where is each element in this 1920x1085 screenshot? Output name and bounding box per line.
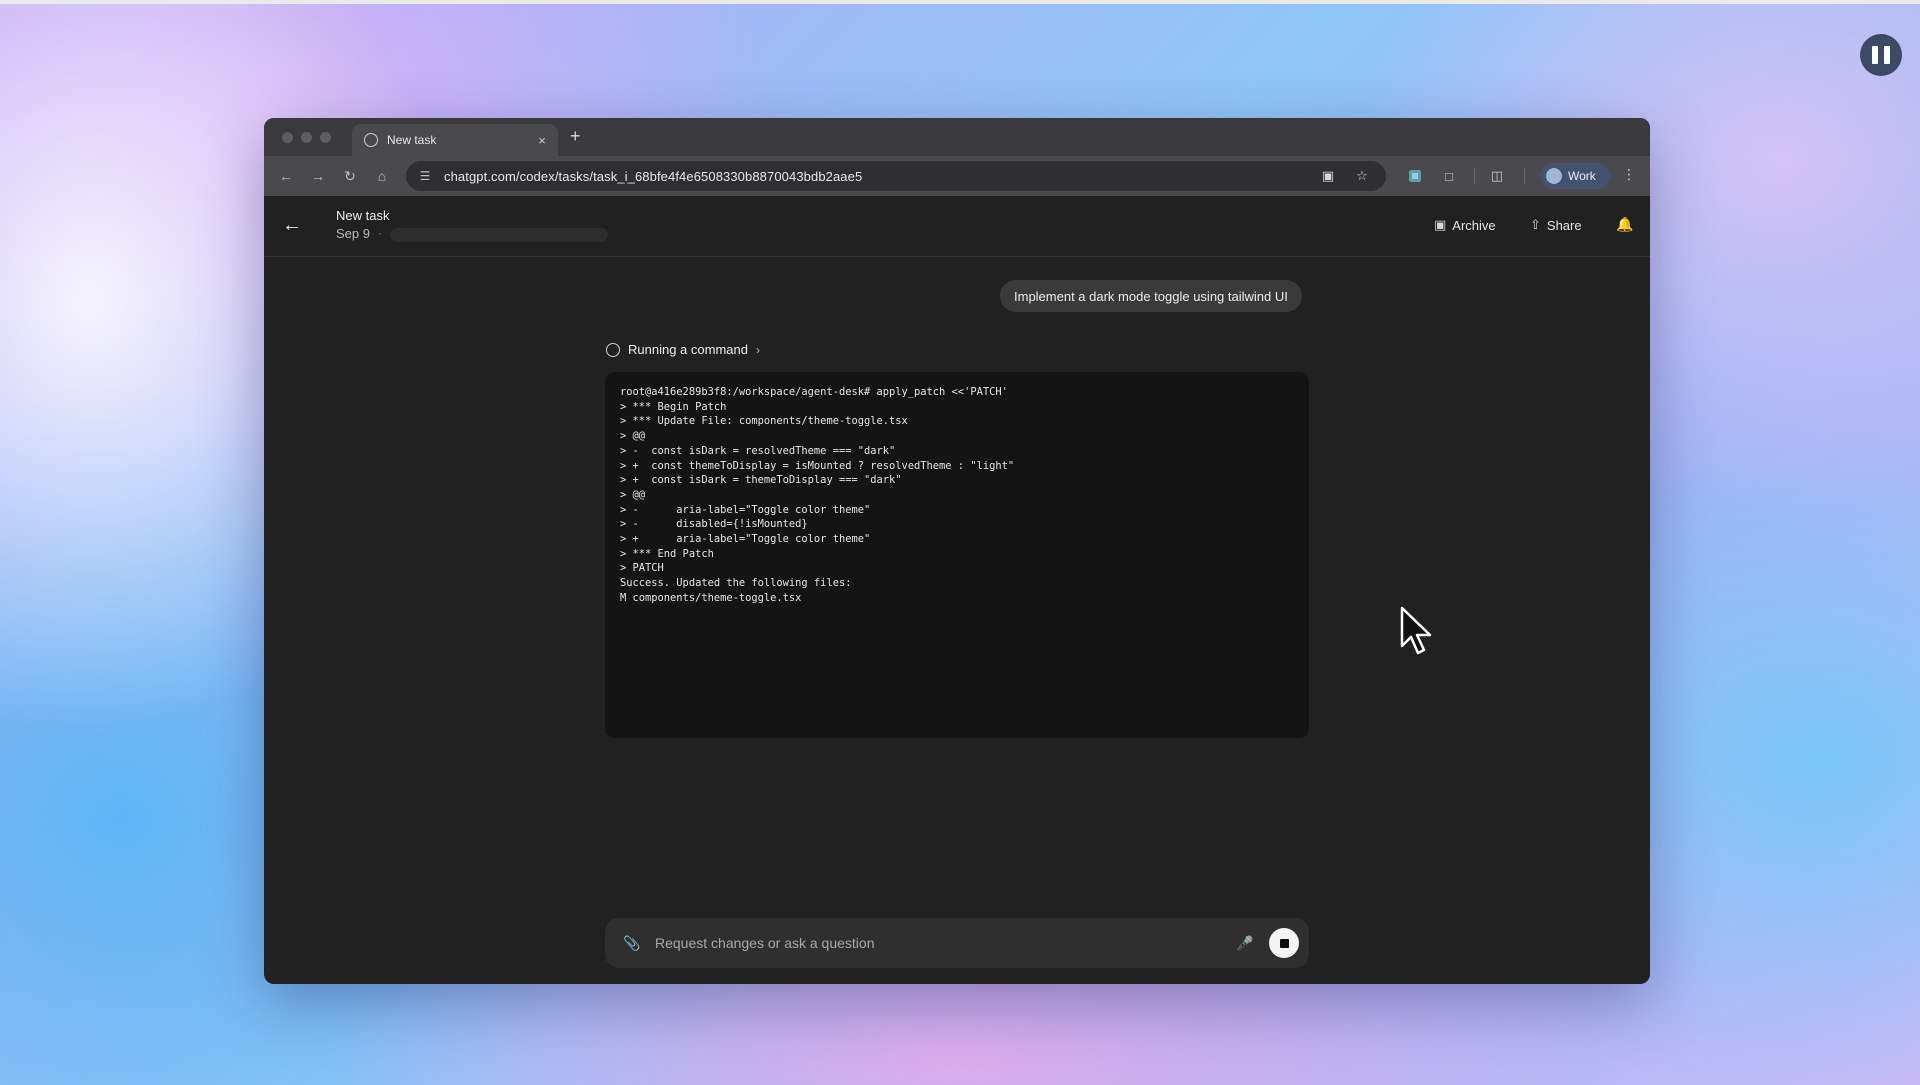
close-tab-icon[interactable]: × [532, 133, 552, 148]
microphone-icon[interactable]: 🎤 [1235, 935, 1255, 952]
avatar [1546, 168, 1562, 184]
address-bar[interactable]: ☰ chatgpt.com/codex/tasks/task_i_68bfe4f… [406, 161, 1386, 191]
separator-dot: · [378, 226, 382, 240]
minimize-window-button[interactable] [301, 132, 312, 143]
paperclip-icon[interactable]: 📎 [623, 935, 640, 952]
pause-icon-bar [1872, 46, 1878, 64]
openai-favicon-icon [364, 133, 378, 147]
browser-menu-icon[interactable]: ⋮ [1622, 166, 1636, 183]
profile-chip[interactable]: Work [1540, 163, 1610, 189]
toolbar-divider [1524, 168, 1525, 184]
new-tab-button[interactable]: + [570, 127, 581, 145]
status-label: Running a command [628, 342, 748, 357]
screen-top-edge [0, 0, 1920, 4]
share-button[interactable]: ⇧ Share [1530, 217, 1582, 233]
pause-recording-button[interactable] [1860, 34, 1902, 76]
tab-strip: New task × + [264, 118, 1650, 156]
back-arrow-icon[interactable]: ← [276, 166, 296, 186]
nav-controls: ← → ↻ ⌂ [276, 166, 392, 186]
share-icon: ⇧ [1530, 217, 1541, 232]
chevron-right-icon: › [755, 342, 760, 357]
archive-icon: ▣ [1434, 217, 1447, 232]
browser-tab[interactable]: New task × [352, 124, 558, 156]
install-app-icon[interactable]: ▣ [1318, 166, 1338, 186]
composer: 📎 🎤 [605, 918, 1309, 968]
bell-icon[interactable]: 🔔 [1616, 216, 1633, 233]
puzzle-extensions-icon[interactable]: □ [1440, 167, 1458, 185]
home-icon[interactable]: ⌂ [372, 166, 392, 186]
running-command-toggle[interactable]: Running a command › [606, 342, 760, 357]
url-text[interactable]: chatgpt.com/codex/tasks/task_i_68bfe4f4e… [444, 169, 1318, 184]
archive-button[interactable]: ▣ Archive [1434, 217, 1496, 233]
site-info-icon[interactable]: ☰ [414, 169, 436, 183]
terminal-text: root@a416e289b3f8:/workspace/agent-desk#… [620, 386, 1015, 604]
user-message-bubble: Implement a dark mode toggle using tailw… [1000, 280, 1302, 312]
back-to-tasks-icon[interactable]: ← [282, 214, 302, 237]
archive-label: Archive [1452, 217, 1496, 233]
extension-icon[interactable] [1406, 167, 1424, 185]
task-header: ← New task Sep 9 · ▣ Archive ⇧ Share 🔔 [264, 196, 1650, 257]
task-date: Sep 9 [336, 226, 370, 241]
stop-button[interactable] [1269, 928, 1299, 958]
request-input[interactable] [653, 934, 1235, 952]
profile-label: Work [1568, 169, 1596, 183]
mouse-pointer-icon [1400, 606, 1432, 655]
stop-icon [1279, 938, 1289, 948]
loading-spinner-icon [606, 342, 620, 357]
user-message-text: Implement a dark mode toggle using tailw… [1014, 288, 1288, 304]
tab-title: New task [387, 133, 437, 147]
browser-toolbar: ← → ↻ ⌂ ☰ chatgpt.com/codex/tasks/task_i… [264, 156, 1650, 196]
forward-arrow-icon[interactable]: → [308, 166, 328, 186]
close-window-button[interactable] [282, 132, 293, 143]
split-view-icon[interactable]: ◫ [1488, 167, 1506, 185]
share-label: Share [1546, 217, 1582, 233]
toolbar-divider [1474, 168, 1475, 184]
bookmark-star-icon[interactable]: ☆ [1352, 166, 1372, 186]
loading-placeholder [390, 228, 608, 242]
maximize-window-button[interactable] [320, 132, 331, 143]
task-title: New task [336, 208, 390, 223]
terminal-output: root@a416e289b3f8:/workspace/agent-desk#… [605, 372, 1309, 738]
pause-icon-bar [1884, 46, 1890, 64]
window-controls [282, 132, 331, 143]
reload-icon[interactable]: ↻ [340, 166, 360, 186]
browser-window: New task × + ← → ↻ ⌂ ☰ chatgpt.com/codex… [264, 118, 1650, 984]
